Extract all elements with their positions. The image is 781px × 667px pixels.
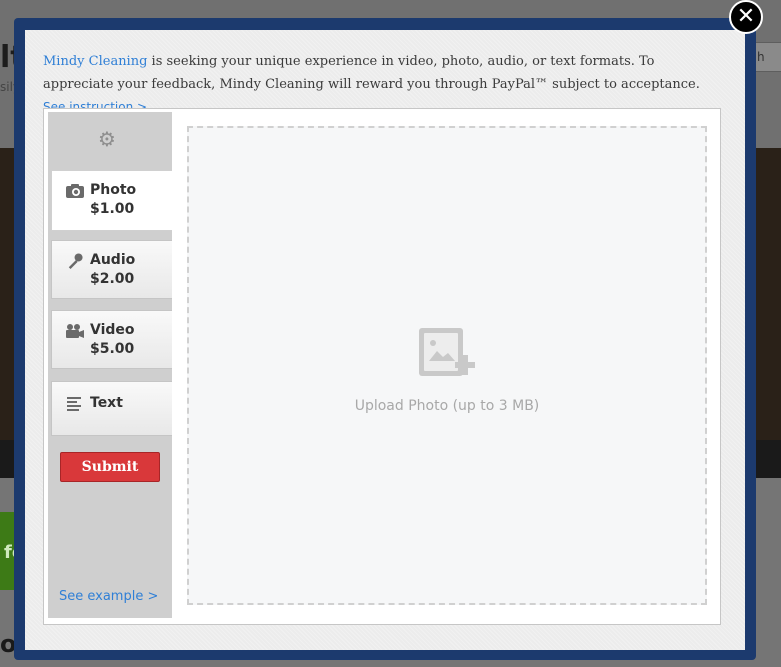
gear-icon[interactable]: ⚙ xyxy=(97,129,117,149)
upload-photo-icon[interactable] xyxy=(417,327,477,379)
tab-video[interactable]: Video $5.00 xyxy=(51,310,172,369)
text-lines-icon xyxy=(67,397,81,411)
submit-button[interactable]: Submit xyxy=(60,452,160,482)
close-button[interactable]: ✕ xyxy=(729,0,763,34)
tab-photo-label: Photo xyxy=(90,182,137,198)
tab-text-label: Text xyxy=(90,395,123,411)
tab-text[interactable]: Text xyxy=(51,381,172,436)
microphone-icon xyxy=(68,253,83,269)
tab-photo-price: $1.00 xyxy=(90,201,135,217)
tab-audio-label: Audio xyxy=(90,252,136,268)
tab-audio-price: $2.00 xyxy=(90,271,135,287)
see-example-link[interactable]: See example > xyxy=(59,589,158,604)
tab-video-price: $5.00 xyxy=(90,341,135,357)
tab-video-label: Video xyxy=(90,322,135,338)
upload-instruction: Upload Photo (up to 3 MB) xyxy=(354,398,540,414)
tab-audio[interactable]: Audio $2.00 xyxy=(51,240,172,299)
video-camera-icon xyxy=(66,324,84,338)
tab-photo[interactable]: Photo $1.00 xyxy=(51,170,172,231)
camera-icon xyxy=(66,184,84,198)
background-search: h xyxy=(754,42,781,72)
company-link[interactable]: Mindy Cleaning xyxy=(43,54,147,69)
